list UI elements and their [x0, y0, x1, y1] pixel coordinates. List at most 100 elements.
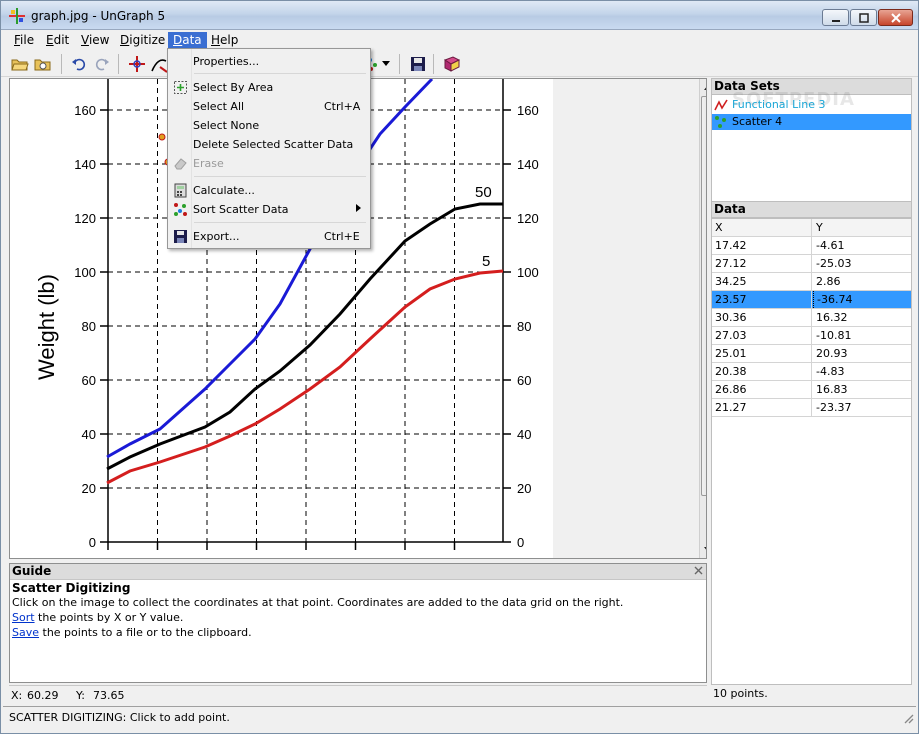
- y-tick-label-right: 20: [517, 481, 531, 496]
- y-tick-label-right: 40: [517, 427, 531, 442]
- y-tick-label-left: 160: [74, 103, 96, 118]
- cell-x[interactable]: 25.01: [712, 345, 812, 362]
- scroll-up-arrow[interactable]: [700, 79, 706, 95]
- cell-x[interactable]: 23.57: [712, 291, 812, 308]
- y-tick-label-right: 0: [517, 535, 524, 550]
- dropdown-arrow-icon: [382, 61, 390, 66]
- y-tick-label-right: 100: [517, 265, 539, 280]
- cell-y[interactable]: 20.93: [813, 345, 911, 362]
- undo-button[interactable]: [69, 54, 89, 74]
- table-row[interactable]: 30.36 16.32: [712, 309, 911, 327]
- table-row[interactable]: 27.03 -10.81: [712, 327, 911, 345]
- cell-y[interactable]: 16.83: [813, 381, 911, 398]
- cell-y[interactable]: -23.37: [813, 399, 911, 416]
- menu-item-shortcut: Ctrl+E: [324, 230, 360, 243]
- help-book-button[interactable]: [442, 54, 462, 74]
- menu-delete-selected[interactable]: Delete Selected Scatter Data: [170, 135, 368, 154]
- menu-select-all[interactable]: Select All Ctrl+A: [170, 97, 368, 116]
- title-bar[interactable]: graph.jpg - UnGraph 5: [1, 1, 918, 30]
- scroll-thumb[interactable]: [701, 96, 706, 496]
- menu-view-key: V: [81, 33, 89, 47]
- menu-help[interactable]: Help: [206, 32, 243, 49]
- cell-y[interactable]: 2.86: [813, 273, 911, 290]
- y-tick-label-right: 140: [517, 157, 539, 172]
- cell-x[interactable]: 26.86: [712, 381, 812, 398]
- coordinates-readout: X: 60.29 Y: 73.65: [9, 685, 707, 703]
- save-button[interactable]: [408, 54, 428, 74]
- open-button[interactable]: [10, 54, 30, 74]
- cell-y[interactable]: -4.83: [813, 363, 911, 380]
- canvas-vertical-scrollbar[interactable]: [699, 79, 706, 558]
- sort-link[interactable]: Sort: [12, 611, 35, 624]
- cell-x[interactable]: 20.38: [712, 363, 812, 380]
- table-row[interactable]: 34.25 2.86: [712, 273, 911, 291]
- table-row[interactable]: 27.12 -25.03: [712, 255, 911, 273]
- cell-x[interactable]: 17.42: [712, 237, 812, 254]
- scatter-dropdown-button[interactable]: [379, 54, 393, 74]
- menu-export[interactable]: Export... Ctrl+E: [170, 227, 368, 246]
- column-header-y[interactable]: Y: [813, 219, 911, 236]
- menu-item-label: Select None: [193, 119, 260, 132]
- menu-sort-scatter[interactable]: Sort Scatter Data: [170, 200, 368, 219]
- menu-item-label: Delete Selected Scatter Data: [193, 138, 354, 151]
- cell-x[interactable]: 34.25: [712, 273, 812, 290]
- menu-item-label: Select All: [193, 100, 245, 113]
- menu-item-label: Select By Area: [193, 81, 274, 94]
- menu-view[interactable]: View: [76, 32, 114, 49]
- cell-y[interactable]: -36.74: [813, 291, 911, 308]
- y-tick-label-left: 60: [82, 373, 96, 388]
- cell-x[interactable]: 21.27: [712, 399, 812, 416]
- menu-data[interactable]: Data: [168, 32, 207, 49]
- data-set-scatter[interactable]: Scatter 4: [712, 114, 911, 130]
- scroll-down-arrow[interactable]: [700, 542, 706, 558]
- column-header-x[interactable]: X: [712, 219, 812, 236]
- cell-y[interactable]: -4.61: [813, 237, 911, 254]
- menu-digitize-label: igitize: [129, 33, 166, 47]
- open-recent-button[interactable]: [33, 54, 53, 74]
- menu-file[interactable]: File: [9, 32, 39, 49]
- table-row[interactable]: 20.38 -4.83: [712, 363, 911, 381]
- select-area-icon: [174, 81, 187, 94]
- menu-edit-key: E: [46, 33, 54, 47]
- minimize-icon: [831, 19, 840, 22]
- cell-y[interactable]: 16.32: [813, 309, 911, 326]
- y-tick-label-right: 120: [517, 211, 539, 226]
- cell-y[interactable]: -10.81: [813, 327, 911, 344]
- table-row[interactable]: 25.01 20.93: [712, 345, 911, 363]
- menu-calculate[interactable]: Calculate...: [170, 181, 368, 200]
- guide-close-button[interactable]: [694, 565, 703, 578]
- cell-x[interactable]: 30.36: [712, 309, 812, 326]
- data-grid[interactable]: X Y 17.42 -4.61 27.12 -25.03 34.25 2.86 23.57-…: [711, 218, 912, 685]
- cell-x[interactable]: 27.12: [712, 255, 812, 272]
- data-set-functional-line[interactable]: Functional Line 3: [712, 97, 911, 113]
- undo-icon: [72, 58, 86, 71]
- menu-item-label: Erase: [193, 157, 224, 170]
- close-button[interactable]: [878, 9, 913, 26]
- y-tick-label-left: 20: [82, 481, 96, 496]
- toolbar-separator: [118, 54, 119, 74]
- scatter-point[interactable]: [158, 133, 166, 141]
- menu-properties[interactable]: Properties...: [170, 52, 368, 71]
- menu-item-shortcut: Ctrl+A: [324, 100, 361, 113]
- menu-separator: [194, 222, 366, 223]
- menu-select-by-area[interactable]: Select By Area: [170, 78, 368, 97]
- cell-y[interactable]: -25.03: [813, 255, 911, 272]
- toolbar-separator: [433, 54, 434, 74]
- redo-button[interactable]: [92, 54, 112, 74]
- crosshair-tool-button[interactable]: [127, 54, 147, 74]
- table-row[interactable]: 26.86 16.83: [712, 381, 911, 399]
- table-row[interactable]: 21.27 -23.37: [712, 399, 911, 417]
- toolbar: [1, 50, 918, 77]
- curve-tool-button[interactable]: [149, 54, 169, 74]
- x-coord-label: X:: [11, 689, 23, 702]
- save-link[interactable]: Save: [12, 626, 39, 639]
- table-row[interactable]: 17.42 -4.61: [712, 237, 911, 255]
- cell-x[interactable]: 27.03: [712, 327, 812, 344]
- table-row[interactable]: 23.57 -36.74: [712, 291, 911, 309]
- maximize-button[interactable]: [850, 9, 877, 26]
- menu-digitize[interactable]: Digitize: [115, 32, 170, 49]
- menu-select-none[interactable]: Select None: [170, 116, 368, 135]
- minimize-button[interactable]: [822, 9, 849, 26]
- menu-edit[interactable]: Edit: [41, 32, 74, 49]
- resize-grip-icon[interactable]: [902, 712, 914, 724]
